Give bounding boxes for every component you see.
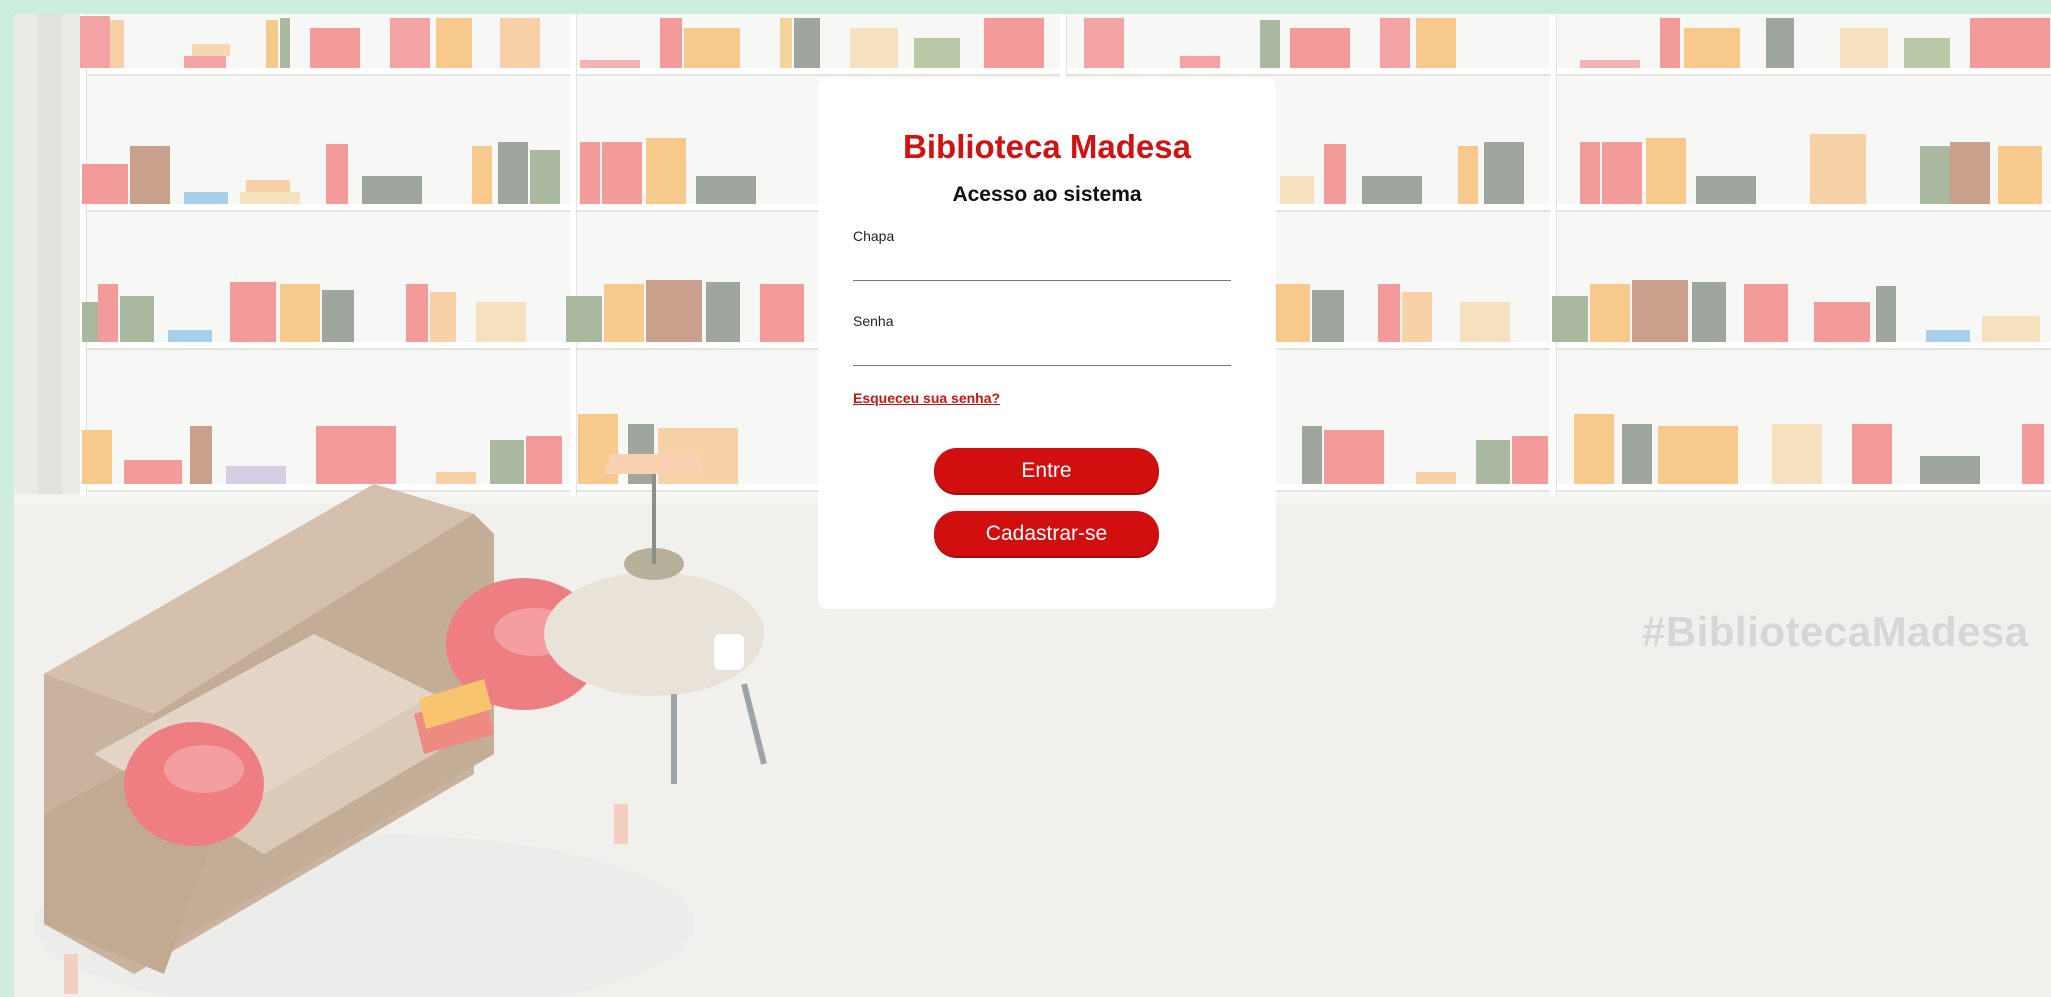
login-button[interactable]: Entre — [934, 448, 1159, 493]
senha-label: Senha — [853, 313, 894, 329]
senha-input[interactable] — [853, 335, 1231, 366]
sofa-illustration — [34, 454, 767, 997]
login-card: Biblioteca Madesa Acesso ao sistema Chap… — [818, 78, 1276, 609]
app-title: Biblioteca Madesa — [903, 128, 1191, 165]
register-button[interactable]: Cadastrar-se — [934, 511, 1159, 556]
chapa-label: Chapa — [853, 228, 895, 244]
hashtag-text: #BibliotecaMadesa — [1642, 608, 2029, 655]
login-subtitle: Acesso ao sistema — [952, 183, 1142, 206]
chapa-input[interactable] — [853, 250, 1231, 281]
forgot-password-link[interactable]: Esqueceu sua senha? — [853, 390, 1000, 406]
wall-panel — [14, 14, 82, 494]
